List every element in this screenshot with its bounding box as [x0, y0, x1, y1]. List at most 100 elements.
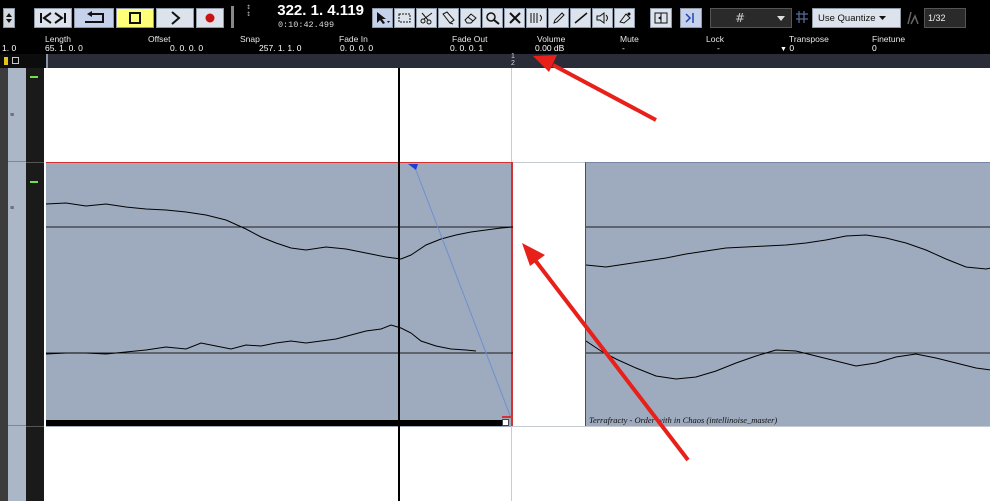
object-selection-tool[interactable]	[372, 8, 393, 28]
volume-handle[interactable]	[502, 419, 509, 426]
chevron-down-icon	[878, 15, 886, 20]
toolbar: ↕ ↕ 322. 1. 4.119 0:10:42.499 # Use Quan…	[0, 0, 990, 33]
go-to-start-button[interactable]	[34, 8, 72, 28]
pointer-icon	[376, 12, 390, 24]
erase-tool[interactable]	[460, 8, 481, 28]
glue-icon	[441, 11, 455, 25]
grid-type-select[interactable]: #	[710, 8, 792, 28]
toolbar-divider	[231, 6, 234, 28]
color-icon	[618, 12, 631, 24]
track-2-meter-peak	[30, 181, 38, 183]
draw-tool[interactable]	[548, 8, 569, 28]
line-icon	[574, 12, 587, 24]
snap-value[interactable]: 257. 1. 1. 0	[259, 43, 302, 53]
autoscroll-icon	[654, 12, 668, 24]
offset-value[interactable]: 0. 0. 0. 0	[170, 43, 203, 53]
meter-divider	[26, 162, 44, 163]
quantize-value: 1/32	[928, 13, 946, 23]
speaker-icon	[596, 12, 608, 24]
pencil-icon	[552, 12, 565, 24]
record-button[interactable]	[196, 8, 224, 28]
range-icon	[398, 13, 410, 23]
time-warp-tool[interactable]	[526, 8, 547, 28]
zoom-icon	[485, 12, 500, 25]
length-value[interactable]: 65. 1. 0. 0	[45, 43, 83, 53]
track-1-meter-peak	[30, 76, 38, 78]
playback-cursor[interactable]	[398, 68, 400, 501]
track-3-header[interactable]	[8, 426, 26, 501]
record-icon	[205, 13, 215, 23]
transport-position[interactable]: ↕ ↕ 322. 1. 4.119 0:10:42.499	[244, 0, 364, 33]
line-tool[interactable]	[570, 8, 591, 28]
lock-value[interactable]: -	[717, 43, 720, 53]
meter-divider	[26, 426, 44, 427]
position-bars: 322. 1. 4.119	[277, 2, 364, 19]
quantize-label: Use Quantize	[818, 12, 876, 24]
lock-label: Lock	[706, 34, 724, 44]
transpose-arrow-icon: ▼	[780, 46, 787, 53]
fade-in-value[interactable]: 0. 0. 0. 0	[340, 43, 373, 53]
mute-value[interactable]: -	[622, 43, 625, 53]
skip-to-start-icon	[40, 12, 66, 24]
ruler[interactable]: 1 2	[46, 53, 990, 68]
position-time: 0:10:42.499	[277, 20, 335, 30]
glue-tool[interactable]	[438, 8, 459, 28]
eraser-icon	[463, 13, 477, 24]
zoom-tool[interactable]	[482, 8, 503, 28]
transpose-value-text: 0	[789, 43, 795, 53]
project-menu-icon	[6, 13, 12, 23]
ruler-left-edge	[46, 54, 48, 68]
time-warp-icon	[530, 13, 542, 23]
stop-button[interactable]	[116, 8, 154, 28]
chevron-down-icon	[777, 16, 785, 21]
project-window[interactable]: Terrafracty - Order with in Chaos (intel…	[46, 68, 990, 501]
event-2-waveform	[586, 226, 990, 380]
track-2-monitor-icon[interactable]: ≡	[10, 205, 14, 212]
play-button[interactable]	[156, 8, 194, 28]
finetune-value[interactable]: 0	[872, 43, 877, 53]
fade-out-handle[interactable]	[502, 416, 511, 418]
quantize-grid-icon	[796, 10, 808, 29]
split-tool[interactable]	[416, 8, 437, 28]
scissors-icon	[420, 12, 432, 25]
transpose-value[interactable]: ▼ 0	[780, 43, 794, 53]
ruler-marker-1: 1	[511, 53, 515, 60]
audio-event[interactable]: Terrafracty - Order with in Chaos (intel…	[585, 162, 990, 426]
offset-label: Offset	[148, 34, 171, 44]
track-list[interactable]: ≡ ≡	[8, 68, 27, 501]
play-tool[interactable]	[592, 8, 613, 28]
event-1-waveform	[46, 164, 513, 419]
audio-event-selected[interactable]	[46, 162, 513, 427]
range-selection-tool[interactable]	[394, 8, 415, 28]
snap-icon	[685, 13, 694, 23]
fade-out-value[interactable]: 0. 0. 0. 1	[450, 43, 483, 53]
position-format-indicator: ↕ ↕	[246, 4, 252, 18]
quantize-value-select[interactable]: 1/32	[924, 8, 966, 28]
cycle-icon	[85, 11, 104, 23]
level-indicator	[4, 57, 8, 65]
event-1-selection-strip	[46, 420, 502, 426]
event-2-name: Terrafracty - Order with in Chaos (intel…	[589, 415, 778, 425]
quantize-preset-icon[interactable]	[906, 10, 922, 26]
quantize-type-select[interactable]: Use Quantize	[812, 8, 901, 28]
event-start-value[interactable]: 1. 0	[2, 43, 16, 53]
stop-icon	[129, 12, 141, 24]
mute-tool[interactable]	[504, 8, 525, 28]
play-icon	[171, 11, 181, 25]
track-1-monitor-icon[interactable]: ≡	[10, 112, 14, 119]
ruler-row: 1 2	[0, 53, 990, 68]
info-line: 1. 0 Length 65. 1. 0. 0 Offset 0. 0. 0. …	[0, 33, 990, 54]
ruler-toggle[interactable]	[12, 57, 19, 64]
ruler-marker-2: 2	[511, 60, 515, 67]
mute-x-icon	[508, 12, 521, 24]
track-1-header[interactable]: ≡	[8, 68, 26, 162]
project-menu-button[interactable]	[3, 8, 15, 28]
autoscroll-button[interactable]	[650, 8, 672, 28]
color-tool[interactable]	[614, 8, 635, 28]
transpose-label: Transpose	[789, 34, 829, 44]
level-meters	[26, 68, 44, 501]
track-2-header[interactable]: ≡	[8, 162, 26, 426]
cycle-button[interactable]	[74, 8, 114, 28]
snap-button[interactable]	[680, 8, 702, 28]
volume-value[interactable]: 0.00 dB	[535, 43, 564, 53]
